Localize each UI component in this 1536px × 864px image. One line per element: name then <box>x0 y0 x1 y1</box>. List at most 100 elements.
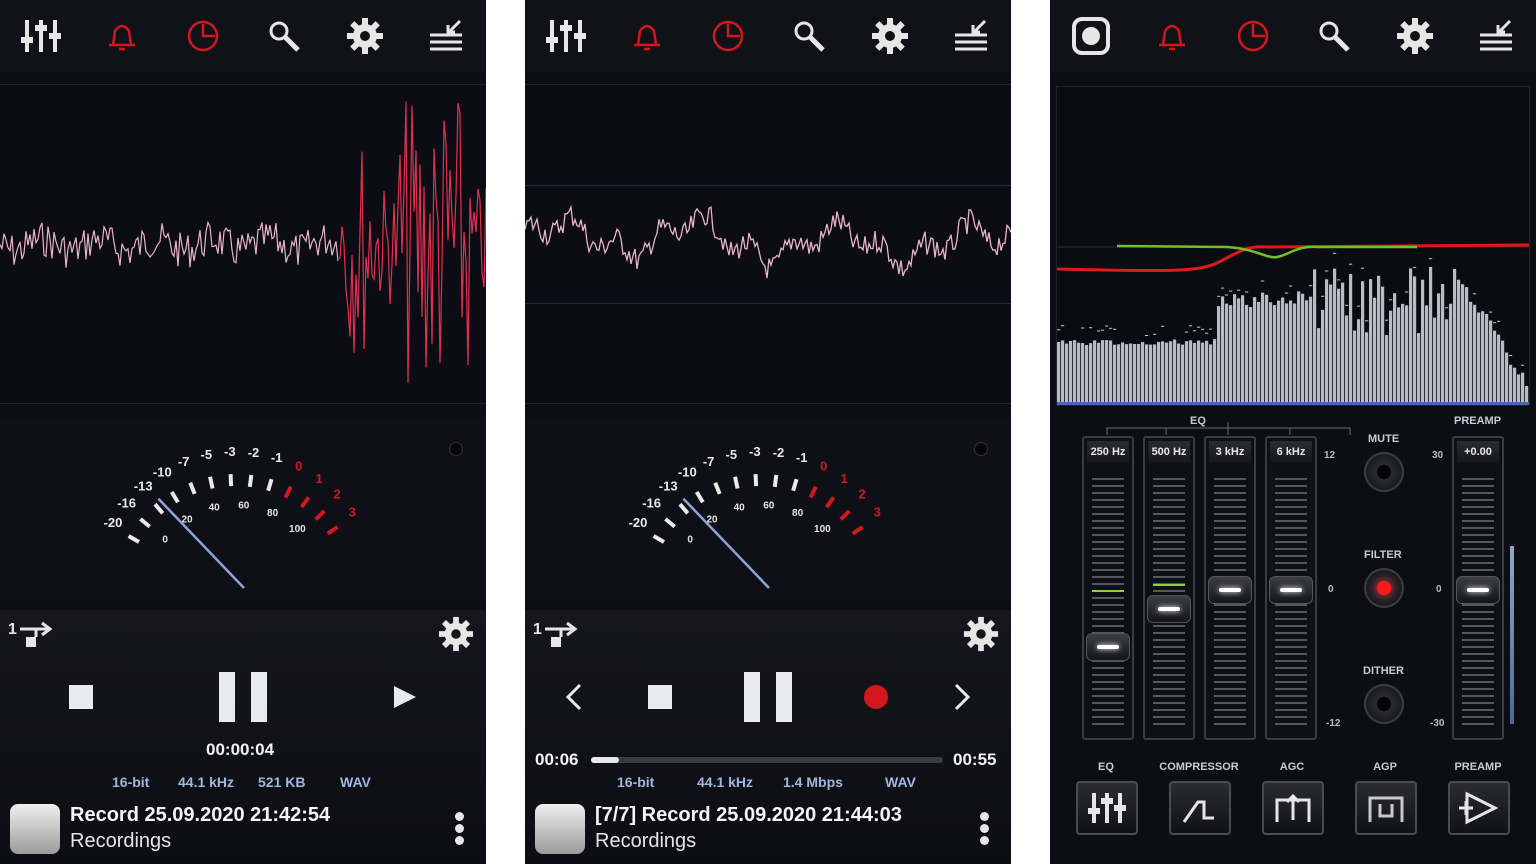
spectrum-bar <box>1097 342 1101 403</box>
more-menu-icon[interactable] <box>454 812 466 848</box>
input-source-icon[interactable]: 1 <box>533 618 581 652</box>
dither-button[interactable] <box>1364 684 1404 724</box>
slider-tick <box>1153 562 1185 564</box>
record-button[interactable] <box>857 678 895 716</box>
slider-tick <box>1462 723 1494 725</box>
slider-tick <box>1153 702 1185 704</box>
slider-tick <box>1092 618 1124 620</box>
slider-tick <box>1214 688 1246 690</box>
spectrum-bar <box>1145 344 1149 403</box>
input-source-icon[interactable]: 1 <box>8 618 56 652</box>
slider-tick <box>1275 541 1307 543</box>
bit-depth: 16-bit <box>112 774 150 790</box>
slider-tick <box>1214 513 1246 515</box>
vu-scale-label: 0 <box>295 459 302 474</box>
agc-button[interactable] <box>1262 781 1324 835</box>
spectrum-bar <box>1121 342 1125 403</box>
spectrum-bar <box>1385 335 1389 403</box>
timer-icon[interactable] <box>180 13 226 59</box>
more-menu-icon[interactable] <box>979 812 991 848</box>
spectrum-bar <box>1509 364 1513 403</box>
gear-icon[interactable] <box>867 13 913 59</box>
eq-slider-500hz[interactable]: 500 Hz <box>1143 436 1195 740</box>
vu-tick <box>664 517 676 529</box>
slider-thumb[interactable] <box>1456 576 1500 604</box>
vu-tick <box>127 534 141 544</box>
slider-tick <box>1092 555 1124 557</box>
vu-scale-label: -20 <box>629 515 648 530</box>
player-settings-icon[interactable] <box>961 614 1001 654</box>
spectrum-bar <box>1125 344 1129 403</box>
spectrum-bar <box>1129 343 1133 403</box>
recording-title[interactable]: [7/7] Record 25.09.2020 21:44:03 <box>595 804 902 827</box>
spectrum-bar <box>1357 319 1361 403</box>
slider-tick <box>1275 709 1307 711</box>
slider-tick <box>1214 702 1246 704</box>
stop-button[interactable] <box>641 678 679 716</box>
spectrum-bar <box>1133 344 1137 403</box>
slider-thumb[interactable] <box>1086 633 1130 661</box>
mute-button[interactable] <box>1364 452 1404 492</box>
mixer-icon[interactable] <box>543 13 589 59</box>
eq-slider-6khz[interactable]: 6 kHz <box>1265 436 1317 740</box>
player-panel: -20 -16 -13 -10 -7 -5 -3 -2 -1 0 1 2 3 0 20 40 60 80 100 1… <box>525 0 1011 864</box>
agp-button[interactable] <box>1355 781 1417 835</box>
slider-thumb[interactable] <box>1269 576 1313 604</box>
bell-icon[interactable] <box>1149 13 1195 59</box>
spectrum-bar <box>1421 279 1425 403</box>
pause-button[interactable] <box>735 668 801 726</box>
recorder-settings-icon[interactable] <box>436 614 476 654</box>
record-mode-icon[interactable] <box>1068 13 1114 59</box>
slider-tick <box>1275 688 1307 690</box>
vu-tick <box>188 482 197 495</box>
recording-thumbnail[interactable] <box>535 804 585 854</box>
search-icon[interactable] <box>786 13 832 59</box>
eq-slider-250hz[interactable]: 250 Hz <box>1082 436 1134 740</box>
spectrum-peak <box>1097 330 1101 332</box>
mixer-icon[interactable] <box>18 13 64 59</box>
play-button[interactable] <box>386 678 424 716</box>
dither-label: DITHER <box>1363 665 1404 677</box>
list-collapse-icon[interactable] <box>1473 13 1519 59</box>
search-icon[interactable] <box>1311 13 1357 59</box>
search-icon[interactable] <box>261 13 307 59</box>
recording-title[interactable]: Record 25.09.2020 21:42:54 <box>70 804 330 827</box>
stop-button[interactable] <box>62 678 100 716</box>
slider-thumb[interactable] <box>1147 595 1191 623</box>
list-collapse-icon[interactable] <box>423 13 469 59</box>
slider-tick <box>1153 709 1185 711</box>
pause-icon <box>219 672 267 722</box>
spectrum-bar <box>1493 330 1497 403</box>
vu-meter: -20 -16 -13 -10 -7 -5 -3 -2 -1 0 1 2 3 0 20 40 60 80 100 <box>525 418 1011 600</box>
spectrum-bar <box>1193 342 1197 403</box>
seek-bar[interactable] <box>591 757 943 763</box>
filter-button[interactable] <box>1364 568 1404 608</box>
spectrum-bar <box>1089 343 1093 403</box>
slider-tick <box>1275 485 1307 487</box>
preamp-mode-button[interactable] <box>1448 781 1510 835</box>
bell-icon[interactable] <box>99 13 145 59</box>
compressor-button[interactable] <box>1169 781 1231 835</box>
timer-icon[interactable] <box>705 13 751 59</box>
list-collapse-icon[interactable] <box>948 13 994 59</box>
slider-tick <box>1275 534 1307 536</box>
gear-icon[interactable] <box>1392 13 1438 59</box>
gear-icon[interactable] <box>342 13 388 59</box>
vu-percent-label: 100 <box>814 524 831 535</box>
previous-button[interactable] <box>559 678 589 716</box>
eq-slider-3khz[interactable]: 3 kHz <box>1204 436 1256 740</box>
recording-thumbnail[interactable] <box>10 804 60 854</box>
spectrum-bar <box>1413 276 1417 403</box>
spectrum-bar <box>1241 295 1245 403</box>
eq-mode-button[interactable] <box>1076 781 1138 835</box>
slider-tick <box>1462 492 1494 494</box>
slider-tick <box>1153 555 1185 557</box>
timer-icon[interactable] <box>1230 13 1276 59</box>
next-button[interactable] <box>947 678 977 716</box>
bell-icon[interactable] <box>624 13 670 59</box>
pause-button[interactable] <box>210 668 276 726</box>
spectrum-peak <box>1209 328 1213 330</box>
preamp-slider[interactable]: +0.00 <box>1452 436 1504 740</box>
slider-thumb[interactable] <box>1208 576 1252 604</box>
vu-needle <box>682 497 770 589</box>
